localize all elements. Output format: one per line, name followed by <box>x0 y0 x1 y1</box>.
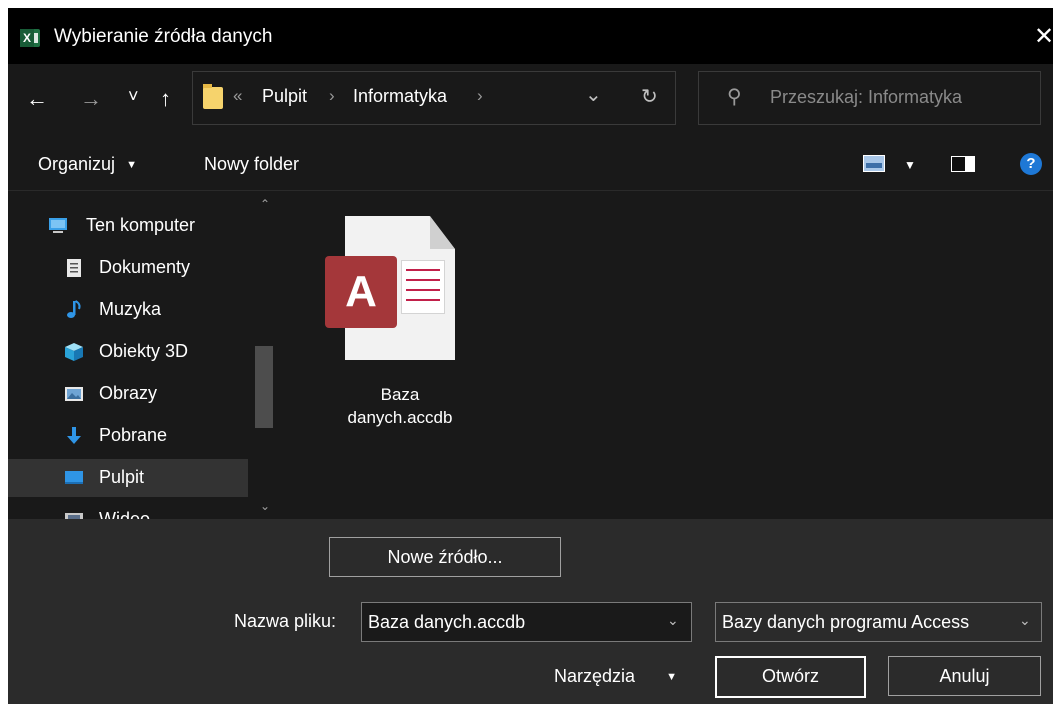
filetype-select[interactable]: Bazy danych programu Access ⌄ <box>715 602 1042 642</box>
organize-menu[interactable]: Organizuj ▼ <box>38 154 137 175</box>
search-placeholder: Przeszukaj: Informatyka <box>770 87 963 107</box>
command-bar: Organizuj ▼ Nowy folder ▼ ? <box>8 140 1053 191</box>
title-bar: X Wybieranie źródła danych ✕ <box>8 8 1053 64</box>
navigation-pane: Ten komputer Dokumenty Muzyka Obiekty 3D… <box>8 191 285 519</box>
new-source-button[interactable]: Nowe źródło... <box>329 537 561 577</box>
back-button[interactable]: ← <box>26 86 48 112</box>
cube-icon <box>65 343 83 361</box>
music-icon <box>67 300 81 318</box>
change-view-icon[interactable] <box>863 155 885 172</box>
sidebar-item-pobrane[interactable]: Pobrane <box>8 417 248 455</box>
overflow-chevron[interactable]: « <box>233 86 242 106</box>
navigation-bar: ← → ˅ ↑ « Pulpit › Informatyka › ⌄ ↻ ⚲ P… <box>8 64 1053 140</box>
close-button[interactable]: ✕ <box>1034 22 1053 51</box>
folder-icon <box>203 84 223 109</box>
nav-scrollbar[interactable]: ⌃ ⌄ <box>253 191 278 519</box>
sidebar-item-obiekty-3d[interactable]: Obiekty 3D <box>8 333 248 371</box>
file-list: A Baza danych.accdb <box>285 191 1053 519</box>
open-button[interactable]: Otwórz <box>715 656 866 698</box>
chevron-down-icon[interactable]: ⌄ <box>1019 612 1031 629</box>
cancel-button[interactable]: Anuluj <box>888 656 1041 696</box>
chevron-down-icon: ▼ <box>126 159 137 171</box>
address-dropdown-button[interactable]: ⌄ <box>585 82 602 107</box>
sidebar-item-muzyka[interactable]: Muzyka <box>8 291 248 329</box>
breadcrumb-pulpit[interactable]: Pulpit <box>262 86 307 107</box>
tools-menu[interactable]: Narzędzia ▼ <box>554 666 677 687</box>
desktop-icon <box>65 471 83 484</box>
dialog-footer: Nowe źródło... Nazwa pliku: Baza danych.… <box>8 519 1053 704</box>
search-icon: ⚲ <box>727 86 742 108</box>
sidebar-item-ten-komputer[interactable]: Ten komputer <box>8 207 248 245</box>
computer-icon <box>49 218 67 233</box>
view-options-dropdown[interactable]: ▼ <box>904 158 916 172</box>
table-icon <box>401 260 445 314</box>
file-item[interactable]: A Baza danych.accdb <box>325 216 475 446</box>
video-icon <box>65 513 83 519</box>
help-icon[interactable]: ? <box>1020 153 1042 175</box>
window-title: Wybieranie źródła danych <box>54 26 273 47</box>
search-box[interactable]: ⚲ Przeszukaj: Informatyka <box>698 71 1041 125</box>
scroll-down-button[interactable]: ⌄ <box>260 499 270 513</box>
chevron-down-icon: ▼ <box>666 671 677 683</box>
image-icon <box>65 387 83 401</box>
sidebar-item-pulpit[interactable]: Pulpit <box>8 459 248 497</box>
sidebar-item-wideo[interactable]: Wideo <box>8 501 248 519</box>
recent-locations-button[interactable]: ˅ <box>128 86 139 107</box>
filename-label: Nazwa pliku: <box>234 611 337 631</box>
download-icon <box>67 427 81 444</box>
up-button[interactable]: ↑ <box>160 86 171 112</box>
breadcrumb-informatyka[interactable]: Informatyka <box>353 86 447 107</box>
scroll-thumb[interactable] <box>255 346 273 428</box>
breadcrumb-separator[interactable]: › <box>477 86 483 106</box>
breadcrumb-separator[interactable]: › <box>329 86 335 106</box>
refresh-button[interactable]: ↻ <box>641 84 658 109</box>
file-open-dialog: X Wybieranie źródła danych ✕ ← → ˅ ↑ « P… <box>8 8 1053 704</box>
preview-pane-icon[interactable] <box>951 156 975 172</box>
filename-input[interactable]: Baza danych.accdb ⌄ <box>361 602 692 642</box>
document-icon <box>67 259 81 277</box>
forward-button[interactable]: → <box>80 86 102 112</box>
excel-icon: X <box>20 29 40 47</box>
address-bar[interactable]: « Pulpit › Informatyka › ⌄ ↻ <box>192 71 676 125</box>
sidebar-item-dokumenty[interactable]: Dokumenty <box>8 249 248 287</box>
scroll-up-button[interactable]: ⌃ <box>260 197 270 211</box>
chevron-down-icon[interactable]: ⌄ <box>667 612 679 629</box>
new-folder-button[interactable]: Nowy folder <box>204 154 299 175</box>
file-name: Baza danych.accdb <box>347 385 453 427</box>
access-database-icon: A <box>325 256 397 328</box>
sidebar-item-obrazy[interactable]: Obrazy <box>8 375 248 413</box>
